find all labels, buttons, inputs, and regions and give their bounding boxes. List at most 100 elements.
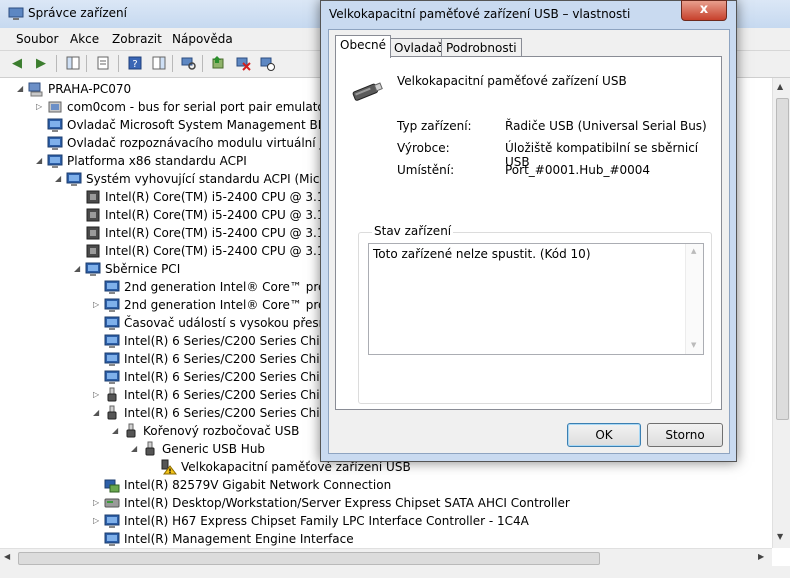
field-label-type: Typ zařízení: [397,119,472,133]
menu-soubor[interactable]: Soubor [16,32,58,46]
usb-drive-icon [352,82,383,101]
cpu-icon [86,244,100,258]
network-icon [104,479,120,493]
expand-arrow-icon[interactable]: ▷ [93,512,102,530]
device-status-text: Toto zařízené nelze spustit. (Kód 10) [373,247,591,261]
status-scrollbar[interactable]: ▲ ▼ [685,244,703,354]
menu-napoveda[interactable]: Nápověda [172,32,233,46]
tree-item-label: Časovač událostí s vysokou přesnost [124,316,345,330]
usb-icon [145,441,155,456]
toolbar-separator [86,55,87,72]
collapse-arrow-icon[interactable]: ◢ [55,170,64,188]
tab-podrobnosti[interactable]: Podrobnosti [441,38,522,57]
cpu-icon [86,208,100,222]
tree-item-label: Intel(R) 82579V Gigabit Network Connecti… [124,478,392,492]
monitor-icon [104,370,120,384]
collapse-arrow-icon[interactable]: ◢ [74,260,83,278]
properties-dialog: Velkokapacitní paměťové zařízení USB – v… [320,0,737,462]
uninstall-icon[interactable] [234,54,252,72]
monitor-icon [47,154,63,168]
ok-button[interactable]: OK [567,423,641,447]
usb-icon [107,405,117,420]
back-arrow-icon[interactable]: ◀ [8,54,26,72]
action-pane-icon[interactable] [150,54,168,72]
tab-obecne[interactable]: Obecné [335,35,392,58]
tree-item[interactable]: Intel(R) Management Engine Interface [0,530,772,548]
field-value-type: Řadiče USB (Universal Serial Bus) [505,119,707,133]
monitor-icon [104,514,120,528]
field-label-location: Umístění: [397,163,455,177]
usb-icon [126,423,136,438]
tree-item-label: Systém vyhovující standardu ACPI (Micros… [86,172,354,186]
toolbar-separator [202,55,203,72]
close-icon: x [699,2,709,17]
toolbar-separator [56,55,57,72]
monitor-icon [104,280,120,294]
status-scroll-up-icon[interactable]: ▲ [691,247,696,255]
monitor-icon [104,352,120,366]
tree-item-label: Intel(R) Core(TM) i5-2400 CPU @ 3.10GH [105,244,351,258]
cpu-icon [86,190,100,204]
tree-item-label: 2nd generation Intel® Core™ process [124,298,352,312]
horizontal-scrollbar[interactable]: ◀ ▶ [0,548,772,567]
scroll-right-icon[interactable]: ▶ [758,552,764,561]
device-status-legend: Stav zařízení [372,224,454,238]
dialog-client: Obecné Ovladač Podrobnosti Velkokapacitn… [328,29,730,454]
cpu-icon [86,226,100,240]
monitor-icon [104,316,120,330]
tree-item[interactable]: ▷ Intel(R) Desktop/Workstation/Server Exp… [0,494,772,512]
menu-akce[interactable]: Akce [70,32,99,46]
properties-icon[interactable] [94,54,112,72]
forward-arrow-icon[interactable]: ▶ [32,54,50,72]
device-icon [48,101,62,113]
update-driver-icon[interactable] [210,54,228,72]
monitor-icon [47,118,63,132]
menu-zobrazit[interactable]: Zobrazit [112,32,162,46]
svg-text:?: ? [132,59,137,70]
collapse-arrow-icon[interactable]: ◢ [112,422,121,440]
tree-item-label: com0com - bus for serial port pair emula… [67,100,358,114]
scan-hardware-icon[interactable] [180,54,198,72]
close-button[interactable]: x [681,0,727,21]
field-value-location: Port_#0001.Hub_#0004 [505,163,651,177]
tree-item-label: Intel(R) Management Engine Interface [124,532,354,546]
cancel-button[interactable]: Storno [647,423,723,447]
device-status-textbox[interactable]: Toto zařízené nelze spustit. (Kód 10) ▲ … [368,243,704,355]
tree-item-label: Intel(R) Core(TM) i5-2400 CPU @ 3.10GH [105,226,351,240]
horizontal-scroll-thumb[interactable] [18,552,600,565]
expand-arrow-icon[interactable]: ▷ [93,296,102,314]
storage-icon [104,498,120,508]
status-scroll-down-icon[interactable]: ▼ [691,341,696,349]
vertical-scrollbar[interactable]: ▲ ▼ [772,78,790,548]
collapse-arrow-icon[interactable]: ◢ [36,152,45,170]
show-hide-tree-icon[interactable] [64,54,82,72]
monitor-icon [104,298,120,312]
tab-ovladac[interactable]: Ovladač [389,38,448,57]
tree-item-label: Ovladač rozpoznávacího modulu virtuální … [67,136,353,150]
scroll-up-icon[interactable]: ▲ [777,82,783,91]
toolbar-separator [118,55,119,72]
vertical-scroll-thumb[interactable] [776,98,789,420]
expand-arrow-icon[interactable]: ▷ [93,494,102,512]
help-icon[interactable]: ? [126,54,144,72]
dialog-title: Velkokapacitní paměťové zařízení USB – v… [329,7,631,21]
scroll-left-icon[interactable]: ◀ [4,552,10,561]
scroll-down-icon[interactable]: ▼ [777,532,783,541]
collapse-arrow-icon[interactable]: ◢ [17,80,26,98]
expand-arrow-icon[interactable]: ▷ [93,386,102,404]
expand-arrow-icon[interactable]: ▷ [36,98,45,116]
collapse-arrow-icon[interactable]: ◢ [93,404,102,422]
tree-item[interactable]: Intel(R) 82579V Gigabit Network Connecti… [0,476,772,494]
tree-item-label: Intel(R) Desktop/Workstation/Server Expr… [124,496,570,510]
monitor-icon [85,262,101,276]
disable-device-icon[interactable] [258,54,276,72]
general-tab-panel: Velkokapacitní paměťové zařízení USB Typ… [335,56,722,410]
collapse-arrow-icon[interactable]: ◢ [131,440,140,458]
device-manager-icon [8,7,24,20]
field-label-manufacturer: Výrobce: [397,141,450,155]
tree-item-label: Generic USB Hub [162,442,266,456]
tree-item-label: Sběrnice PCI [105,262,181,276]
tree-item-label: 2nd generation Intel® Core™ process [124,280,352,294]
monitor-icon [104,532,120,546]
tree-item[interactable]: ▷ Intel(R) H67 Express Chipset Family LPC… [0,512,772,530]
